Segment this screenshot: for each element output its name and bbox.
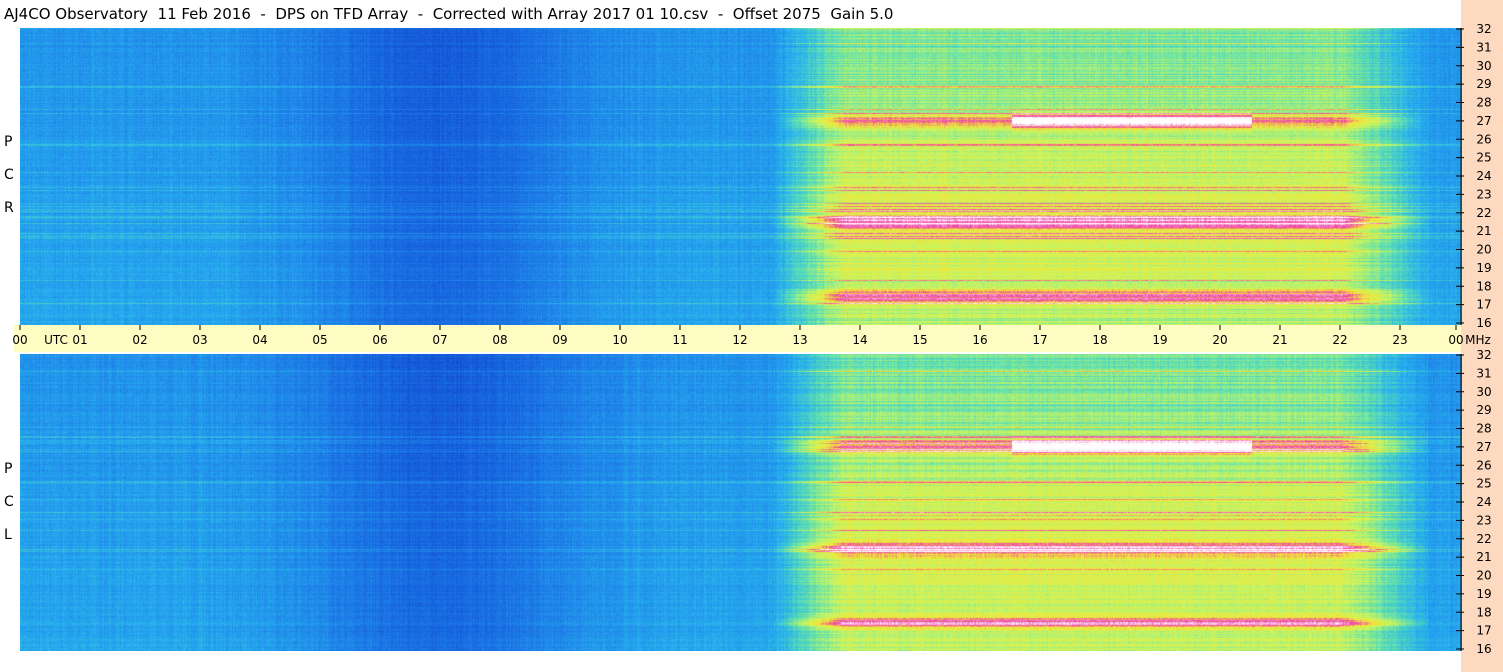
time-tick-label: 02 xyxy=(132,333,147,347)
time-tick-label: 15 xyxy=(912,333,927,347)
time-tick-label: 06 xyxy=(372,333,387,347)
frequency-tick-label: 18 xyxy=(1476,605,1491,619)
time-tick-label: 03 xyxy=(192,333,207,347)
frequency-tick-label: 26 xyxy=(1476,132,1491,146)
time-tick-label: 05 xyxy=(312,333,327,347)
rcp-label: P C R xyxy=(4,126,14,225)
lcp-letter-l: L xyxy=(4,527,12,543)
time-tick-label: 07 xyxy=(432,333,447,347)
frequency-tick-label: 30 xyxy=(1476,385,1491,399)
frequency-tick-label: 30 xyxy=(1476,59,1491,73)
frequency-tick-label: 17 xyxy=(1476,298,1491,312)
frequency-tick-label: 23 xyxy=(1476,513,1491,527)
frequency-tick-label: 24 xyxy=(1476,169,1491,183)
rcp-letter-p: P xyxy=(4,134,13,150)
time-tick-label: 22 xyxy=(1332,333,1347,347)
time-tick-label: 04 xyxy=(252,333,267,347)
lcp-spectrogram xyxy=(20,354,1462,651)
frequency-tick-label: 19 xyxy=(1476,261,1491,275)
frequency-tick-label: 29 xyxy=(1476,403,1491,417)
frequency-tick-label: 21 xyxy=(1476,224,1491,238)
rcp-letter-r: R xyxy=(4,200,14,216)
frequency-tick-label: 28 xyxy=(1476,422,1491,436)
frequency-tick-label: 23 xyxy=(1476,187,1491,201)
time-tick-label: 17 xyxy=(1032,333,1047,347)
frequency-tick-label: 22 xyxy=(1476,532,1491,546)
frequency-tick-label: 29 xyxy=(1476,77,1491,91)
frequency-tick-label: 25 xyxy=(1476,477,1491,491)
frequency-tick-label: 19 xyxy=(1476,587,1491,601)
frequency-tick-label: 25 xyxy=(1476,151,1491,165)
frequency-tick-label: 24 xyxy=(1476,495,1491,509)
time-tick-label: 09 xyxy=(552,333,567,347)
time-tick-label: 21 xyxy=(1272,333,1287,347)
chart-title: AJ4CO Observatory 11 Feb 2016 - DPS on T… xyxy=(4,5,894,23)
lcp-label: P C L xyxy=(4,453,14,552)
frequency-axis: 32 31 30 29 28 27 26 25 24 23 22 21 20 19 18 17 16 32 31 30… xyxy=(1456,22,1492,656)
frequency-tick-label: 27 xyxy=(1476,114,1491,128)
frequency-tick-label: 16 xyxy=(1476,642,1491,656)
time-tick-label: 01 xyxy=(72,333,87,347)
time-tick-label: 20 xyxy=(1212,333,1227,347)
time-tick-label: UTC xyxy=(44,333,68,347)
frequency-tick-label: 16 xyxy=(1476,316,1491,330)
rcp-spectrogram xyxy=(20,28,1462,325)
frequency-tick-label: 26 xyxy=(1476,458,1491,472)
time-tick-label: 19 xyxy=(1152,333,1167,347)
lcp-letter-c: C xyxy=(4,494,14,510)
frequency-tick-label: 32 xyxy=(1476,348,1491,362)
frequency-tick-label: 27 xyxy=(1476,440,1491,454)
frequency-tick-label: 28 xyxy=(1476,96,1491,110)
frequency-tick-label: 18 xyxy=(1476,279,1491,293)
time-tick-label: 00 xyxy=(12,333,27,347)
time-tick-label: 13 xyxy=(792,333,807,347)
frequency-tick-label: 22 xyxy=(1476,206,1491,220)
time-tick-label: 10 xyxy=(612,333,627,347)
frequency-tick-label: 20 xyxy=(1476,243,1491,257)
time-tick-label: 18 xyxy=(1092,333,1107,347)
time-tick-label: 12 xyxy=(732,333,747,347)
frequency-tick-label: 21 xyxy=(1476,550,1491,564)
time-axis: 00 UTC 01 02 03 04 05 06 07 08 09 10 11 12 13 14 15 16 17 1… xyxy=(12,325,1491,347)
time-tick-label: 16 xyxy=(972,333,987,347)
lcp-letter-p: P xyxy=(4,461,13,477)
frequency-tick-label: 20 xyxy=(1476,569,1491,583)
time-tick-label: 08 xyxy=(492,333,507,347)
frequency-tick-label: 32 xyxy=(1476,22,1491,36)
frequency-tick-label: 31 xyxy=(1476,40,1491,54)
time-tick-label: 14 xyxy=(852,333,867,347)
time-tick-label: 23 xyxy=(1392,333,1407,347)
rcp-letter-c: C xyxy=(4,167,14,183)
frequency-tick-label: 31 xyxy=(1476,366,1491,380)
time-tick-label: 11 xyxy=(672,333,687,347)
frequency-tick-label: 17 xyxy=(1476,624,1491,638)
